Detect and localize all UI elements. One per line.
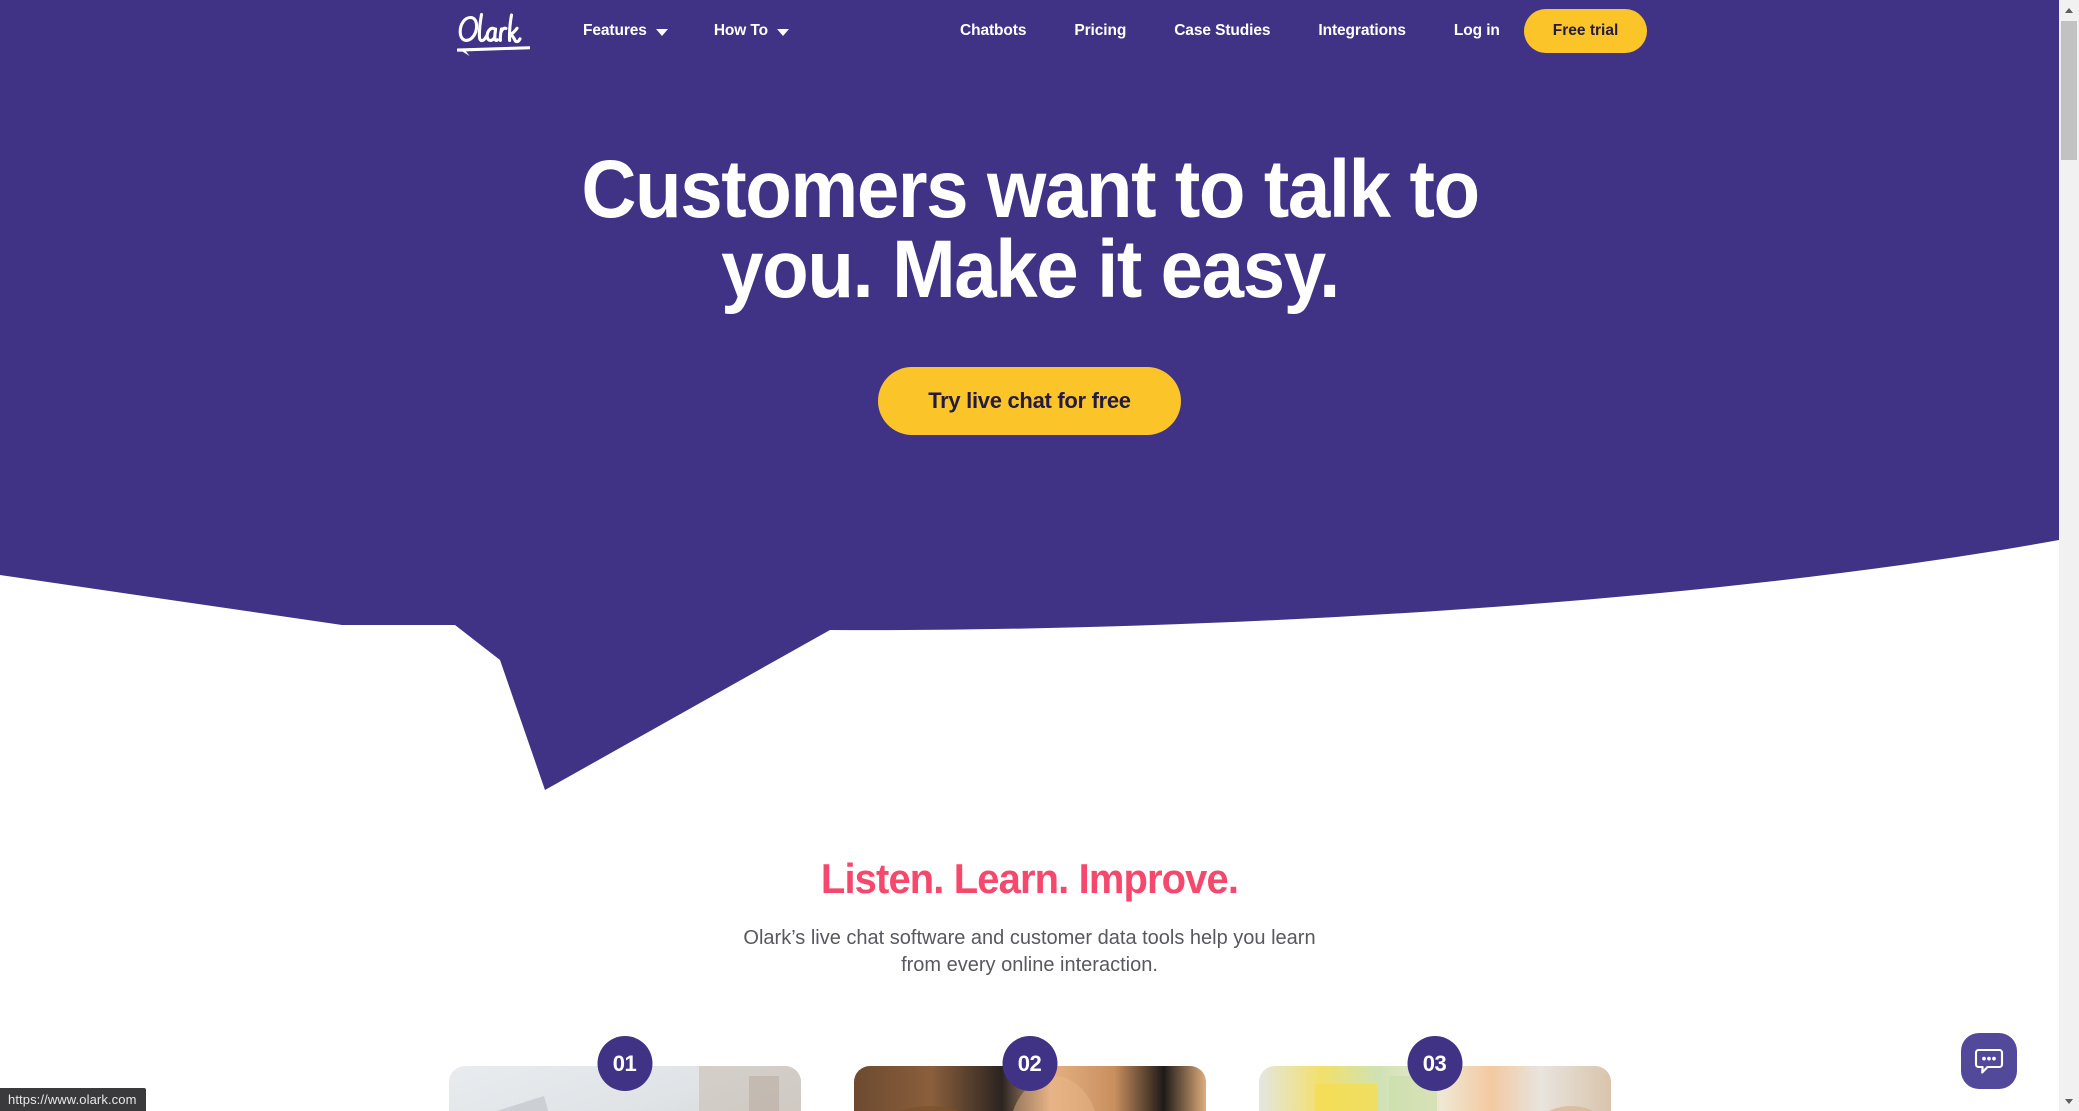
nav-item-case-studies-label: Case Studies	[1174, 22, 1271, 39]
card-number-badge: 03	[1407, 1036, 1462, 1091]
card-number-badge: 02	[1002, 1036, 1057, 1091]
scroll-down-button[interactable]	[2059, 1091, 2079, 1111]
hero-headline-line2: you. Make it easy.	[720, 224, 1340, 316]
nav-item-chatbots-label: Chatbots	[960, 22, 1027, 39]
hero-headline: Customers want to talk to you. Make it e…	[518, 149, 1541, 311]
chat-widget-button[interactable]	[1961, 1033, 2017, 1089]
chat-bubble-dots-icon	[1974, 1048, 2004, 1074]
nav-right-group: Chatbots Pricing Case Studies Integratio…	[960, 0, 1648, 62]
nav-item-integrations-label: Integrations	[1318, 22, 1406, 39]
nav-item-how-to-label: How To	[713, 22, 769, 39]
nav-item-pricing-label: Pricing	[1074, 22, 1127, 39]
scrollbar-thumb[interactable]	[2061, 21, 2077, 160]
section-heading: Listen. Learn. Improve.	[820, 855, 1239, 902]
vertical-scrollbar[interactable]	[2059, 0, 2079, 1111]
browser-viewport: Features How To Chatbots Pricing Case St…	[0, 0, 2079, 1111]
hero-inner: Features How To Chatbots Pricing Case St…	[0, 0, 2059, 620]
olark-script-logo-icon	[457, 12, 530, 56]
page-content: Features How To Chatbots Pricing Case St…	[0, 0, 2059, 1111]
scroll-up-button[interactable]	[2059, 0, 2079, 20]
nav-item-pricing[interactable]: Pricing	[1074, 22, 1126, 40]
hero-text-block: Customers want to talk to you. Make it e…	[0, 149, 2059, 435]
nav-item-case-studies[interactable]: Case Studies	[1174, 22, 1270, 40]
hero-cta-button[interactable]: Try live chat for free	[878, 366, 1181, 435]
nav-left-group: Features How To	[583, 0, 790, 62]
nav-item-features-label: Features	[583, 22, 647, 39]
logo-underline-tail	[457, 46, 530, 56]
nav-item-features[interactable]: Features	[583, 22, 668, 40]
nav-item-log-in-label: Log in	[1453, 22, 1500, 39]
chevron-down-icon	[777, 28, 790, 36]
hero-headline-line1: Customers want to talk to	[580, 144, 1480, 235]
status-bar-url: https://www.olark.com	[0, 1088, 146, 1111]
nav-item-chatbots[interactable]: Chatbots	[960, 22, 1026, 40]
scroll-up-arrow-icon	[2065, 7, 2073, 13]
main-navigation: Features How To Chatbots Pricing Case St…	[0, 0, 2059, 62]
chevron-down-icon	[655, 28, 668, 36]
free-trial-button[interactable]: Free trial	[1523, 9, 1648, 53]
nav-item-integrations[interactable]: Integrations	[1318, 22, 1406, 40]
olark-logo[interactable]	[452, 8, 536, 56]
hero-section: Features How To Chatbots Pricing Case St…	[0, 0, 2059, 800]
listen-learn-improve-section: Listen. Learn. Improve. Olark’s live cha…	[0, 855, 2059, 979]
nav-item-how-to[interactable]: How To	[713, 22, 790, 40]
scroll-down-arrow-icon	[2065, 1098, 2073, 1104]
nav-item-log-in[interactable]: Log in	[1454, 22, 1500, 40]
card-number-badge: 01	[597, 1036, 652, 1091]
section-subtitle: Olark’s live chat software and customer …	[743, 927, 1316, 976]
